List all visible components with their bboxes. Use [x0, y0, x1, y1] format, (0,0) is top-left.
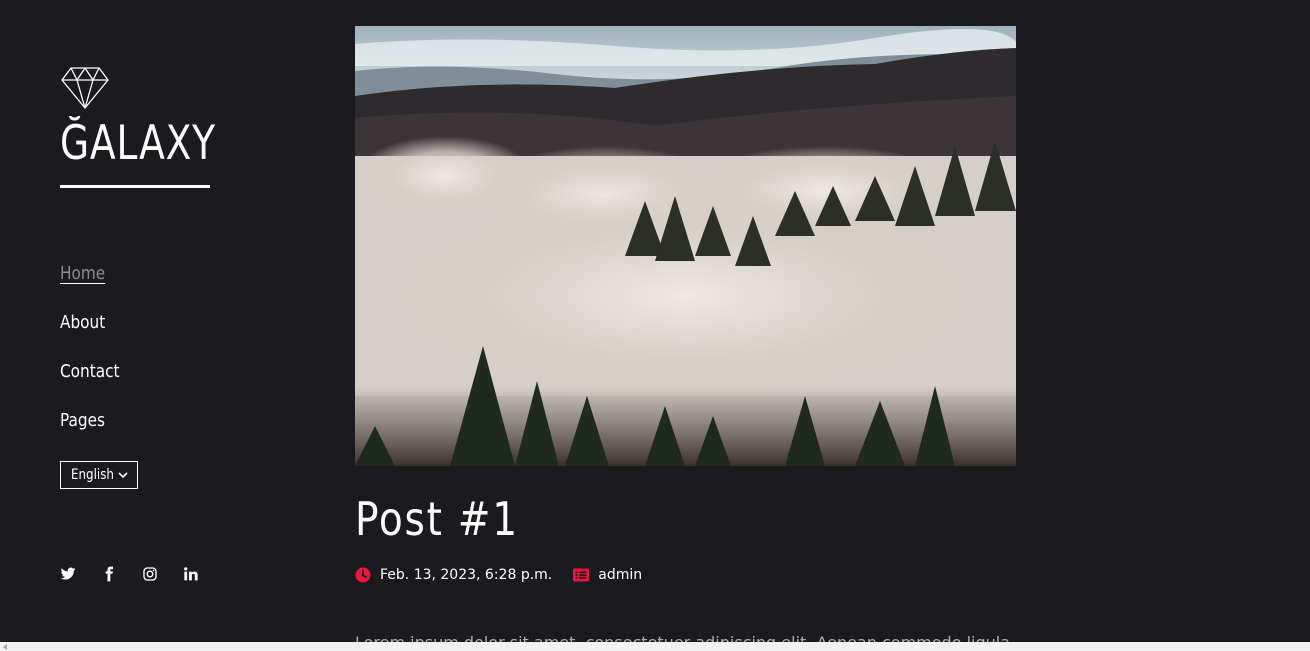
- post-title[interactable]: Post #1: [355, 490, 519, 548]
- misty-forest-photo: [355, 26, 1016, 466]
- clock-icon: [355, 567, 371, 583]
- social-links: [60, 566, 224, 582]
- language-select[interactable]: English: [60, 461, 138, 489]
- post-author[interactable]: admin: [573, 567, 642, 583]
- post-date-text: Feb. 13, 2023, 6:28 p.m.: [380, 567, 553, 583]
- main-nav: Home About Contact Pages: [60, 260, 130, 456]
- linkedin-link[interactable]: [183, 566, 199, 582]
- sidebar: ĞALAXY Home About Contact Pages English: [60, 0, 300, 651]
- twitter-link[interactable]: [60, 566, 76, 582]
- nav-item-label: Home: [60, 263, 106, 284]
- instagram-icon: [143, 567, 157, 581]
- post-meta: Feb. 13, 2023, 6:28 p.m. admin: [355, 567, 663, 583]
- post-image[interactable]: [355, 26, 1016, 466]
- nav-item-pages[interactable]: Pages: [60, 407, 120, 456]
- list-icon: [573, 568, 590, 582]
- twitter-icon: [60, 567, 76, 580]
- page: ĞALAXY Home About Contact Pages English: [0, 0, 1310, 651]
- facebook-link[interactable]: [101, 566, 117, 582]
- nav-item-home[interactable]: Home: [60, 260, 120, 309]
- chevron-down-icon: [118, 472, 128, 479]
- brand-underline: [60, 185, 210, 188]
- language-selected: English: [71, 467, 114, 483]
- instagram-link[interactable]: [142, 566, 158, 582]
- post-author-text: admin: [598, 567, 643, 583]
- nav-item-about[interactable]: About: [60, 309, 120, 358]
- brand-name: ĞALAXY: [60, 116, 216, 171]
- linkedin-icon: [184, 567, 198, 581]
- nav-item-contact[interactable]: Contact: [60, 358, 120, 407]
- diamond-icon: [61, 67, 109, 109]
- logo[interactable]: ĞALAXY: [60, 66, 216, 188]
- facebook-icon: [105, 566, 113, 582]
- scroll-left-arrow-icon[interactable]: [3, 644, 7, 650]
- horizontal-scrollbar[interactable]: [0, 642, 1310, 651]
- post-date: Feb. 13, 2023, 6:28 p.m.: [355, 567, 552, 583]
